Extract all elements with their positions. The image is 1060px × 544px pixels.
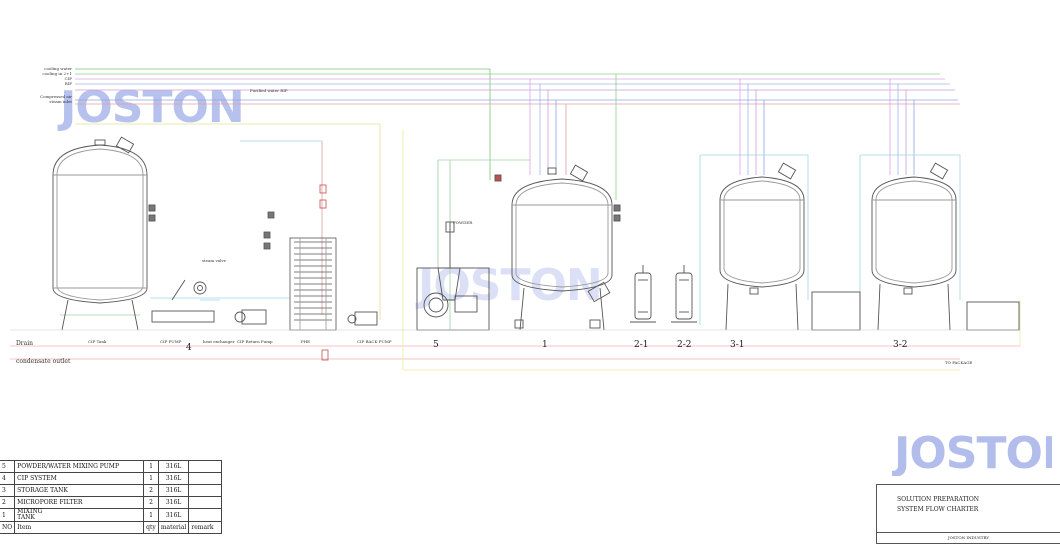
cell-item: MIXING TANK [14,508,145,522]
cip-tank [52,136,156,331]
label-drain: Drain [16,340,33,347]
cell-remark [188,484,223,497]
cell-item: MICROPORE FILTER [14,496,145,509]
section-number: 3-2 [893,340,908,350]
header-remark: remark [188,521,223,534]
cell-material: 316L [157,460,190,473]
section-number: 5 [433,340,439,350]
cell-material: 316L [157,508,190,522]
header-no: NO [0,521,16,534]
table-row: 3 STORAGE TANK 2 316L [0,484,223,497]
utility-labels: cooling water cooling in 2+1 CIP RIP Com… [40,66,72,104]
cell-item: STORAGE TANK [14,484,145,497]
cell-qty: 1 [143,472,159,485]
cell-remark [188,460,223,473]
label-heat-exchanger: heat exchanger [203,339,235,344]
cell-qty: 1 [143,508,159,522]
label-powder: POWDER [453,220,473,225]
cell-qty: 1 [143,460,159,473]
cell-remark [188,508,223,522]
micropore-filters [630,265,697,323]
section-number: 2-2 [677,340,692,350]
cell-material: 316L [157,496,190,509]
cip-heater [151,279,378,326]
table-header-row: NO Item qty material remark [0,521,223,534]
parts-list-table: 5 POWDER/WATER MIXING PUMP 1 316L 4 CIP … [0,460,223,534]
cell-qty: 2 [143,484,159,497]
label-to-package: TO PACKAGE [945,360,972,365]
title-line-1: SOLUTION PREPARATION [897,496,980,503]
table-row: 1 MIXING TANK 1 316L [0,508,223,522]
watermark-text: JOSTON [892,428,1052,476]
header-qty: qty [143,521,159,534]
label-condensate-outlet: condensate outlet [16,358,71,365]
title-block: SOLUTION PREPARATION SYSTEM FLOW CHARTER… [876,484,1060,544]
item-line-2: TANK [17,514,35,521]
cell-no: 3 [0,484,16,497]
header-material: material [157,521,190,534]
label-cip-return-pump: CIP Return Pump [237,339,273,344]
cell-qty: 2 [143,496,159,509]
section-number: 3-1 [730,340,745,350]
cell-material: 316L [157,472,190,485]
watermark-logo: JOSTON [892,428,1052,476]
cell-material: 316L [157,484,190,497]
title-line-2: SYSTEM FLOW CHARTER [897,506,979,513]
plate-heat-exchanger [263,211,337,331]
label-cip-pump: CIP PUMP [160,339,182,344]
label-cip-tank: CIP Tank [88,339,107,344]
steam-valve-assembly [319,184,329,361]
table-row: 5 POWDER/WATER MIXING PUMP 1 316L [0,460,223,473]
component-labels: CIP Tank CIP PUMP heat exchanger CIP Ret… [88,220,473,344]
label-steam-valve: steam valve [202,258,227,263]
label-purified-water: Purified water RIP [250,88,288,93]
cell-remark [188,472,223,485]
cell-no: 5 [0,460,16,473]
section-number: 1 [542,340,548,350]
label-cip-back-pump: CIP BACK PUMP [357,339,392,344]
cell-no: 4 [0,472,16,485]
section-number: 2-1 [634,340,649,350]
cell-no: 1 [0,508,16,522]
cell-item: CIP SYSTEM [14,472,145,485]
storage-tank-3-1 [719,162,861,331]
section-numbers: 4 5 1 2-1 2-2 3-1 3-2 [186,340,908,353]
label-plate-hx: PHE [301,339,310,344]
section-number: 4 [186,343,192,353]
cell-item: POWDER/WATER MIXING PUMP [14,460,145,473]
label-steam-inlet: steam inlet [49,99,72,104]
cell-no: 2 [0,496,16,509]
cell-remark [188,496,223,509]
storage-tank-3-2 [871,162,1020,331]
label-cip-return: RIP [65,81,73,86]
title-footer: JOSTON INDUSTRY [877,532,1060,543]
table-row: 4 CIP SYSTEM 1 316L [0,472,223,485]
table-row: 2 MICROPORE FILTER 2 316L [0,496,223,509]
header-item: Item [14,521,145,534]
